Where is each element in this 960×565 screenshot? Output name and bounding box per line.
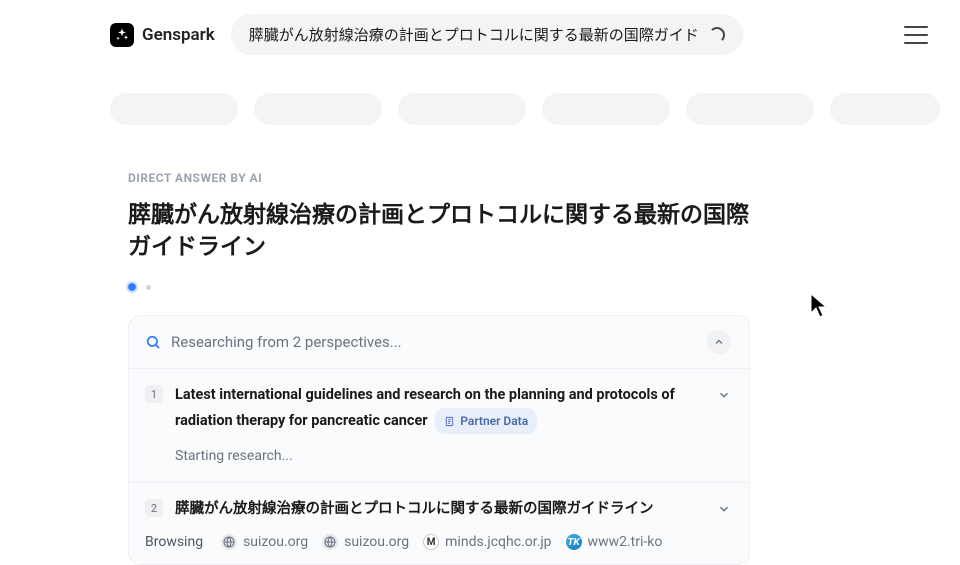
perspective-title: 膵臓がん放射線治療の計画とプロトコルに関する最新の国際ガイドライン xyxy=(175,497,705,522)
source-link[interactable]: TK www2.tri-ko xyxy=(566,534,663,550)
chevron-down-icon xyxy=(717,502,731,516)
research-card: Researching from 2 perspectives... 1 Lat… xyxy=(128,315,750,565)
perspective-title: Latest international guidelines and rese… xyxy=(175,383,705,434)
progress-dot-inactive xyxy=(146,285,151,290)
expand-button[interactable] xyxy=(717,501,731,520)
perspective-header[interactable]: 2 膵臓がん放射線治療の計画とプロトコルに関する最新の国際ガイドライン xyxy=(145,497,731,522)
perspective-number: 2 xyxy=(145,499,163,517)
chevron-up-icon xyxy=(713,336,725,348)
globe-icon xyxy=(322,534,338,550)
page-title: 膵臓がん放射線治療の計画とプロトコルに関する最新の国際ガイドライン xyxy=(128,199,768,263)
filter-chip-skeleton xyxy=(830,93,940,125)
perspective-number: 1 xyxy=(145,385,163,403)
site-favicon: TK xyxy=(566,534,582,550)
source-link[interactable]: suizou.org xyxy=(221,534,308,550)
source-link[interactable]: suizou.org xyxy=(322,534,409,550)
partner-data-badge: Partner Data xyxy=(435,408,537,434)
globe-icon xyxy=(221,534,237,550)
research-header[interactable]: Researching from 2 perspectives... xyxy=(129,316,749,368)
research-header-text: Researching from 2 perspectives... xyxy=(171,333,697,351)
browsing-label: Browsing xyxy=(145,534,203,550)
filter-chip-skeleton xyxy=(110,93,238,125)
perspective-item: 1 Latest international guidelines and re… xyxy=(129,368,749,482)
progress-dot-active xyxy=(128,283,136,291)
browsing-sources: Browsing suizou.org suizou.org M minds.j… xyxy=(145,534,731,550)
collapse-button[interactable] xyxy=(707,330,731,354)
chevron-down-icon xyxy=(717,388,731,402)
sparkle-icon xyxy=(110,23,134,47)
search-icon xyxy=(145,334,161,350)
loading-spinner-icon xyxy=(709,27,725,43)
document-icon xyxy=(444,416,455,427)
brand-name: Genspark xyxy=(142,25,215,45)
perspective-status: Starting research... xyxy=(175,448,731,464)
section-label: DIRECT ANSWER BY AI xyxy=(128,171,770,185)
search-query-pill[interactable]: 膵臓がん放射線治療の計画とプロトコルに関する最新の国際ガイド xyxy=(231,14,743,55)
mouse-cursor-icon xyxy=(810,293,830,319)
perspective-item: 2 膵臓がん放射線治療の計画とプロトコルに関する最新の国際ガイドライン Brow… xyxy=(129,482,749,564)
menu-button[interactable] xyxy=(904,26,928,44)
filter-chip-skeleton xyxy=(398,93,526,125)
logo[interactable]: Genspark xyxy=(110,23,215,47)
filter-chips-row xyxy=(0,65,960,143)
perspective-header[interactable]: 1 Latest international guidelines and re… xyxy=(145,383,731,434)
expand-button[interactable] xyxy=(717,387,731,406)
site-favicon: M xyxy=(423,534,439,550)
progress-dots xyxy=(128,283,770,291)
search-query-text: 膵臓がん放射線治療の計画とプロトコルに関する最新の国際ガイド xyxy=(249,24,699,45)
filter-chip-skeleton xyxy=(542,93,670,125)
filter-chip-skeleton xyxy=(254,93,382,125)
filter-chip-skeleton xyxy=(686,93,814,125)
source-link[interactable]: M minds.jcqhc.or.jp xyxy=(423,534,551,550)
